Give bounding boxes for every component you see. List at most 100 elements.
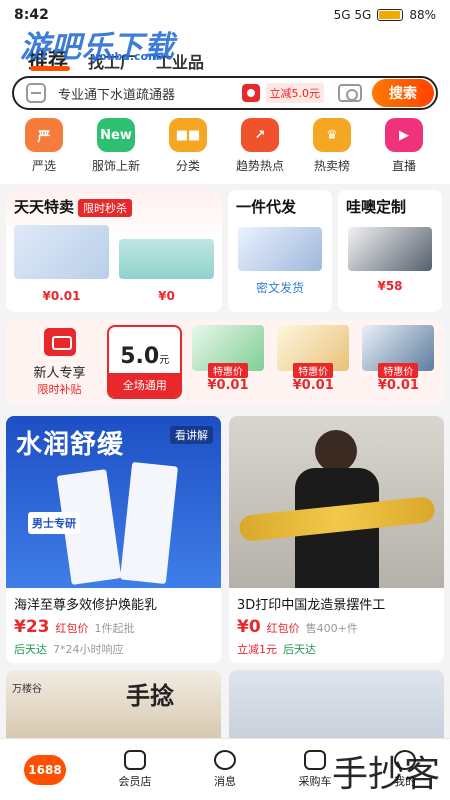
status-time: 8:42 (14, 7, 49, 23)
category-item[interactable]: ■■ 分类 (152, 118, 224, 184)
product-card[interactable]: 水润舒缓 看讲解 男士专研 海洋至尊多效修护焕能乳 ¥23 红包价 1件起批 后… (6, 416, 221, 663)
price-row: ¥0 红包价 售400+件 (229, 613, 444, 637)
cart-icon (304, 750, 326, 770)
nav-member-store[interactable]: 会员店 (90, 739, 180, 800)
deal-tag: 特惠价 (293, 363, 334, 378)
nav-messages[interactable]: 消息 (180, 739, 270, 800)
search-button[interactable]: 搜索 (372, 79, 434, 107)
search-bar[interactable]: 专业通下水道疏通器 立减5.0元 搜索 (12, 76, 438, 110)
newcomer-left: 新人专享 限时补贴 (12, 327, 107, 397)
product-feed-next: 万楼谷 手捻 (6, 670, 444, 740)
discount-tag: 立减1元 (237, 643, 277, 656)
battery-fill (379, 11, 401, 19)
signal-icon: 5G 5G (333, 8, 372, 22)
trophy-icon: ♛ (313, 118, 351, 152)
battery-icon (377, 9, 404, 21)
deal-item[interactable]: 特惠价 ¥0.01 (359, 325, 438, 399)
category-label: 热卖榜 (313, 159, 350, 173)
live-icon: ▶ (385, 118, 423, 152)
message-icon (214, 750, 236, 770)
watermark-sub: youba.com (92, 50, 160, 63)
delivery-tag: 后天达 (14, 643, 47, 656)
person-head (315, 430, 357, 472)
category-item[interactable]: ♛ 热卖榜 (296, 118, 368, 184)
product-price: ¥0 (237, 617, 261, 637)
dropship-card[interactable]: 一件代发 密文发货 (228, 190, 332, 312)
product-image (229, 416, 444, 588)
watermark-logo: 手抄客 (331, 754, 440, 795)
deal-tag: 特惠价 (378, 363, 419, 378)
nav-home[interactable]: 1688 (0, 739, 90, 800)
newcomer-title: 新人专享 (33, 365, 86, 381)
delivery-tag: 后天达 (283, 643, 316, 656)
product-meta: 售400+件 (305, 622, 358, 635)
image-headline: 水润舒缓 (16, 430, 125, 460)
coupon-unit: 元 (159, 355, 170, 366)
deal-price: ¥0.01 (377, 378, 419, 393)
flash-sale-badge: 限时秒杀 (78, 198, 133, 217)
category-item[interactable]: 严严选 (8, 118, 80, 184)
tissue-pack-image (14, 225, 109, 279)
product-title: 海洋至尊多效修护焕能乳 (14, 598, 158, 613)
category-grid-icon: ■■ (169, 118, 207, 152)
solar-lamp-image (348, 227, 432, 271)
red-envelope-icon (43, 327, 76, 356)
coupon-amount-row: 5.0元 (120, 344, 169, 369)
product-card[interactable]: 万楼谷 手捻 (6, 670, 221, 740)
daily-item-1-price: ¥0.01 (42, 289, 81, 303)
nav-label: 会员店 (118, 775, 152, 788)
product-card[interactable] (229, 670, 444, 740)
product-image: 水润舒缓 看讲解 男士专研 (6, 416, 221, 588)
deal-price: ¥0.01 (292, 378, 334, 393)
custom-card[interactable]: 哇噢定制 ¥58 (338, 190, 442, 312)
product-card[interactable]: 3D打印中国龙造景摆件工 ¥0 红包价 售400+件 立减1元 后天达 (229, 416, 444, 663)
daily-item-1[interactable]: ¥0.01 (14, 225, 109, 303)
deal-item[interactable]: 特惠价 ¥0.01 (274, 325, 353, 399)
category-item[interactable]: ↗ 趋势热点 (224, 118, 296, 184)
nav-label: 采购车 (298, 775, 332, 788)
search-input[interactable]: 专业通下水道疏通器 (58, 84, 242, 103)
category-label: 分类 (175, 159, 200, 173)
category-item[interactable]: ▶ 直播 (368, 118, 440, 184)
crown-bag-icon (124, 750, 146, 770)
trend-icon: ↗ (241, 118, 279, 152)
nav-label: 消息 (214, 775, 236, 788)
category-row: 严严选 New 服饰上新 ■■ 分类 ↗ 趋势热点 ♛ 热卖榜 ▶ 直播 (0, 118, 450, 184)
deal-price: ¥0.01 (207, 378, 249, 393)
scan-icon[interactable] (26, 83, 46, 103)
watch-explain-badge[interactable]: 看讲解 (170, 426, 213, 444)
newcomer-section[interactable]: 新人专享 限时补贴 5.0元 全场通用 特惠价 ¥0.01 特惠价 ¥0.01 … (6, 320, 444, 404)
bottom-nav: 1688 会员店 消息 采购车 我的 手抄客 (0, 738, 450, 800)
product-feed: 水润舒缓 看讲解 男士专研 海洋至尊多效修护焕能乳 ¥23 红包价 1件起批 后… (6, 416, 444, 663)
dropship-caption: 密文发货 (255, 281, 304, 295)
daily-sale-card[interactable]: 天天特卖 限时秒杀 ¥0.01 ¥0 (6, 190, 222, 312)
product-price: ¥23 (14, 617, 50, 637)
newcomer-subtitle: 限时补贴 (37, 382, 82, 396)
service-note: 7*24小时响应 (53, 643, 124, 656)
camera-icon[interactable] (338, 84, 362, 102)
category-label: 趋势热点 (235, 159, 284, 173)
daily-sale-title: 天天特卖 (14, 198, 75, 216)
battery-text: 88% (409, 8, 436, 22)
product-bottle-right (119, 461, 179, 585)
daily-item-2[interactable]: ¥0 (119, 225, 214, 303)
header: 推荐 找工厂 工业品 游吧乐下载 youba.com 专业通下水道疏通器 立减5… (0, 30, 450, 118)
category-item[interactable]: New 服饰上新 (80, 118, 152, 184)
product-foot: 立减1元 后天达 (229, 637, 444, 663)
category-label: 严选 (31, 159, 56, 173)
brand-label: 万楼谷 (12, 684, 42, 695)
storage-box-image (119, 239, 214, 279)
deal-item[interactable]: 特惠价 ¥0.01 (188, 325, 267, 399)
home-logo-icon[interactable]: 1688 (24, 754, 66, 785)
product-title: 3D打印中国龙造景摆件工 (237, 598, 386, 613)
coupon-card[interactable]: 5.0元 全场通用 (107, 325, 183, 399)
status-right: 5G 5G 88% (334, 8, 436, 22)
deal-tag: 特惠价 (207, 363, 248, 378)
category-label: 服饰上新 (91, 159, 140, 173)
price-tag: 红包价 (266, 622, 300, 635)
coupon-amount: 5.0 (120, 344, 160, 369)
daily-sale-items: ¥0.01 ¥0 (14, 225, 214, 303)
custom-title: 哇噢定制 (346, 198, 407, 216)
daily-item-2-price: ¥0 (158, 289, 175, 303)
yanxuan-icon: 严 (25, 118, 63, 152)
